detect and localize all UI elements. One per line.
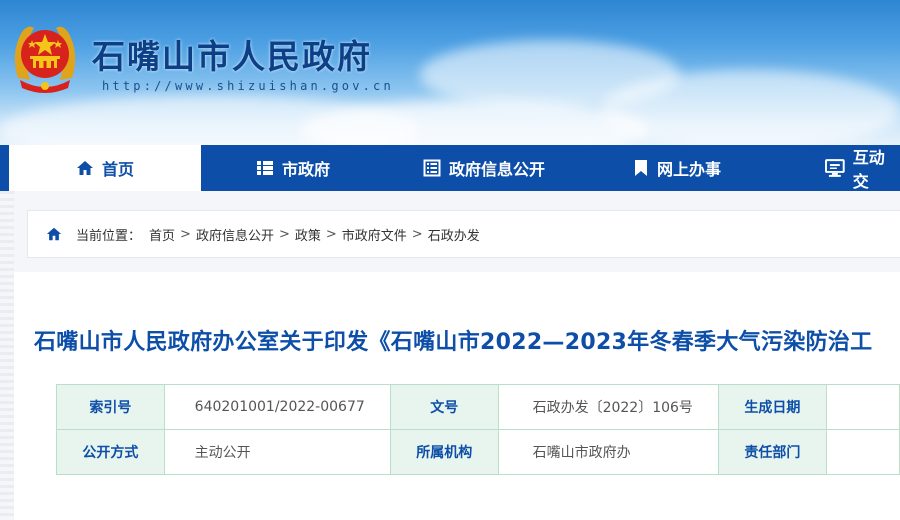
- nav-label: 市政府: [282, 160, 331, 179]
- meta-label-agency: 所属机构: [389, 429, 499, 475]
- home-icon: [46, 227, 62, 241]
- document-meta-table: 索引号 640201001/2022-00677 文号 石政办发〔2022〕10…: [56, 384, 900, 475]
- bookmark-icon: [635, 160, 647, 176]
- breadcrumb-item-policy[interactable]: 政策: [295, 225, 321, 244]
- nav-item-gov-info-disclosure[interactable]: 政府信息公开: [423, 145, 545, 191]
- site-header: 石嘴山市人民政府 http://www.shizuishan.gov.cn: [0, 0, 900, 145]
- main-nav: 首页 市政府 政府信息公开 网上办事 互动交: [0, 145, 900, 191]
- meta-value-department: [825, 429, 900, 475]
- meta-value-disclosure: 主动公开: [163, 429, 391, 475]
- breadcrumb-item-gov-info[interactable]: 政府信息公开: [196, 225, 274, 244]
- meta-label-disclosure: 公开方式: [56, 429, 165, 475]
- site-url: http://www.shizuishan.gov.cn: [102, 79, 394, 93]
- document-list-icon: [423, 159, 441, 177]
- nav-item-home[interactable]: 首页: [9, 145, 201, 191]
- nav-item-interaction[interactable]: 互动交: [825, 145, 900, 191]
- nav-label: 政府信息公开: [449, 160, 546, 179]
- nav-item-city-government[interactable]: 市政府: [256, 145, 330, 191]
- table-row: 索引号 640201001/2022-00677 文号 石政办发〔2022〕10…: [56, 384, 900, 430]
- site-title[interactable]: 石嘴山市人民政府: [92, 30, 372, 78]
- nav-label: 首页: [101, 160, 134, 179]
- monitor-chat-icon: [825, 159, 845, 177]
- breadcrumb-separator: >: [180, 226, 191, 242]
- breadcrumb-separator: >: [411, 226, 423, 242]
- breadcrumb-item-city-docs[interactable]: 市政府文件: [342, 225, 407, 244]
- list-icon: [257, 161, 273, 175]
- breadcrumb: 当前位置： 首页 > 政府信息公开 > 政策 > 市政府文件 > 石政办发: [27, 210, 900, 258]
- breadcrumb-item-home[interactable]: 首页: [149, 225, 175, 244]
- meta-label-index-no: 索引号: [56, 384, 165, 430]
- meta-value-index-no: 640201001/2022-00677: [163, 384, 391, 430]
- article-title: 石嘴山市人民政府办公室关于印发《石嘴山市2022—2023年冬春季大气污染防治工: [34, 330, 873, 355]
- national-emblem-icon: [14, 26, 76, 93]
- meta-value-agency: 石嘴山市政府办: [497, 429, 720, 475]
- meta-value-doc-no: 石政办发〔2022〕106号: [497, 384, 720, 430]
- nav-label: 互动交: [852, 148, 885, 191]
- meta-label-created-date: 生成日期: [718, 384, 827, 430]
- breadcrumb-separator: >: [325, 226, 337, 242]
- breadcrumb-prefix: 当前位置：: [76, 228, 142, 244]
- breadcrumb-item-current[interactable]: 石政办发: [428, 225, 480, 244]
- table-row: 公开方式 主动公开 所属机构 石嘴山市政府办 责任部门: [56, 429, 900, 475]
- left-decoration: [0, 191, 14, 520]
- meta-label-department: 责任部门: [718, 429, 827, 475]
- nav-label: 网上办事: [657, 160, 722, 179]
- meta-label-doc-no: 文号: [389, 384, 499, 430]
- nav-item-online-services[interactable]: 网上办事: [633, 145, 721, 191]
- breadcrumb-separator: >: [278, 226, 290, 242]
- home-icon: [76, 161, 93, 175]
- meta-value-created-date: [825, 384, 900, 430]
